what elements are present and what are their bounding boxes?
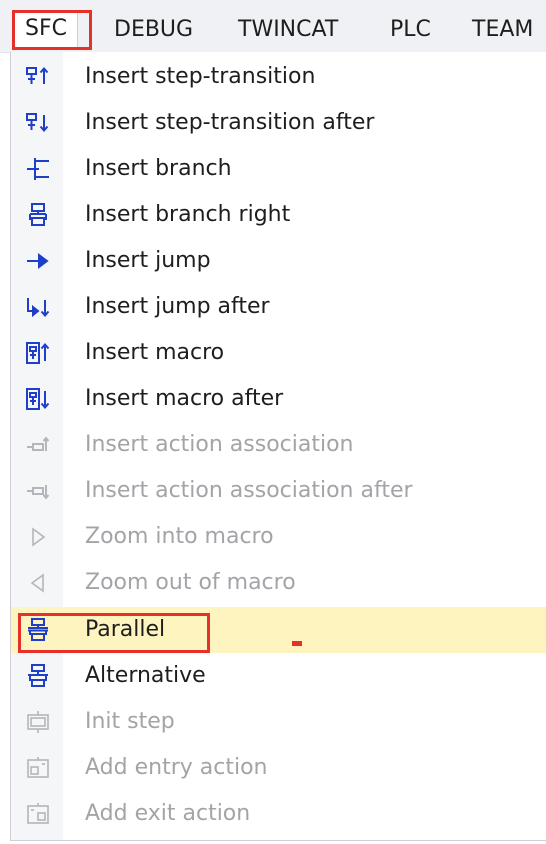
menu-bar: SFC DEBUG TWINCAT PLC TEAM — [0, 0, 546, 53]
alternative-icon — [28, 664, 48, 687]
menu-twincat[interactable]: TWINCAT — [238, 14, 338, 46]
menu-item-insert-macro[interactable]: Insert macro — [11, 330, 546, 376]
menu-item-insert-branch[interactable]: Insert branch — [11, 146, 546, 192]
menu-item-label: Insert action association after — [85, 478, 413, 503]
step-transition-after-icon — [26, 113, 49, 133]
menu-item-label: Insert macro — [85, 340, 225, 365]
menu-item-insert-action-association[interactable]: Insert action association — [11, 422, 546, 468]
entry-action-icon — [27, 757, 49, 778]
menu-item-label: Insert step-transition after — [85, 110, 375, 135]
menu-item-label: Insert jump after — [85, 294, 270, 319]
menu-item-label: Parallel — [85, 617, 166, 642]
menu-item-label: Add exit action — [85, 801, 251, 826]
page: SFC DEBUG TWINCAT PLC TEAM Insert step-t… — [0, 0, 546, 844]
menu-item-label: Alternative — [85, 663, 206, 688]
menu-item-add-entry-action[interactable]: Add entry action — [11, 745, 546, 791]
macro-after-icon — [26, 388, 50, 410]
menu-item-add-exit-action[interactable]: Add exit action — [11, 791, 546, 837]
annotation-mark — [292, 641, 302, 646]
menu-item-label: Insert branch right — [85, 202, 291, 227]
menu-item-parallel[interactable]: Parallel — [11, 607, 546, 653]
init-step-icon — [27, 711, 49, 733]
menu-item-insert-step-transition-after[interactable]: Insert step-transition after — [11, 100, 546, 146]
zoom-out-macro-icon — [30, 573, 44, 593]
menu-item-insert-macro-after[interactable]: Insert macro after — [11, 376, 546, 422]
menu-item-label: Init step — [85, 709, 175, 734]
menu-debug[interactable]: DEBUG — [114, 14, 193, 46]
menu-item-label: Insert branch — [85, 156, 232, 181]
menu-item-insert-branch-right[interactable]: Insert branch right — [11, 192, 546, 238]
menu-item-label: Insert action association — [85, 432, 354, 457]
menu-item-init-step[interactable]: Init step — [11, 699, 546, 745]
menu-sfc[interactable]: SFC — [14, 12, 78, 49]
menu-item-alternative[interactable]: Alternative — [11, 653, 546, 699]
branch-icon — [27, 158, 49, 180]
menu-item-zoom-into-macro[interactable]: Zoom into macro — [11, 514, 546, 560]
branch-right-icon — [29, 203, 47, 226]
menu-item-label: Insert jump — [85, 248, 211, 273]
jump-icon — [27, 253, 49, 269]
exit-action-icon — [27, 803, 49, 824]
menu-item-insert-step-transition[interactable]: Insert step-transition — [11, 54, 546, 100]
menu-item-label: Insert step-transition — [85, 64, 316, 89]
menu-item-label: Add entry action — [85, 755, 268, 780]
macro-before-icon — [26, 342, 50, 364]
menu-item-label: Insert macro after — [85, 386, 284, 411]
sfc-dropdown-menu: Insert step-transition Insert step-trans… — [10, 52, 546, 841]
action-association-icon — [27, 436, 50, 451]
step-transition-before-icon — [26, 66, 49, 84]
menu-item-zoom-out-of-macro[interactable]: Zoom out of macro — [11, 560, 546, 606]
menu-item-label: Zoom into macro — [85, 524, 274, 549]
action-association-after-icon — [27, 485, 50, 500]
menu-item-insert-action-association-after[interactable]: Insert action association after — [11, 468, 546, 514]
menu-plc[interactable]: PLC — [390, 14, 431, 46]
parallel-icon — [28, 618, 48, 641]
menu-item-insert-jump-after[interactable]: Insert jump after — [11, 284, 546, 330]
menu-item-label: Zoom out of macro — [85, 570, 296, 595]
menu-team[interactable]: TEAM — [472, 14, 533, 46]
menu-item-insert-jump[interactable]: Insert jump — [11, 238, 546, 284]
jump-after-icon — [27, 298, 50, 318]
zoom-into-macro-icon — [32, 527, 46, 547]
